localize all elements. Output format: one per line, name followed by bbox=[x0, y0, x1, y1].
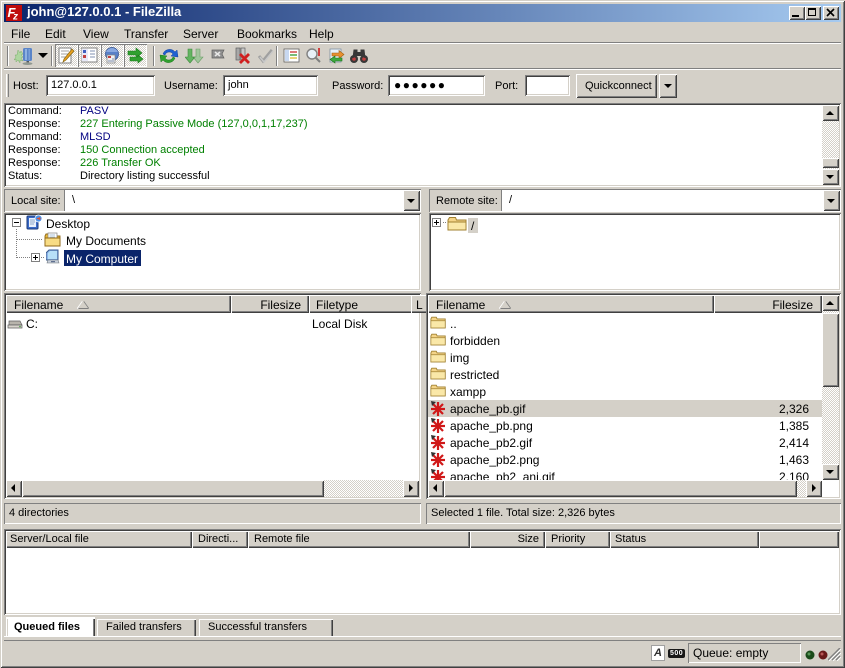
svg-text:z: z bbox=[12, 12, 18, 22]
